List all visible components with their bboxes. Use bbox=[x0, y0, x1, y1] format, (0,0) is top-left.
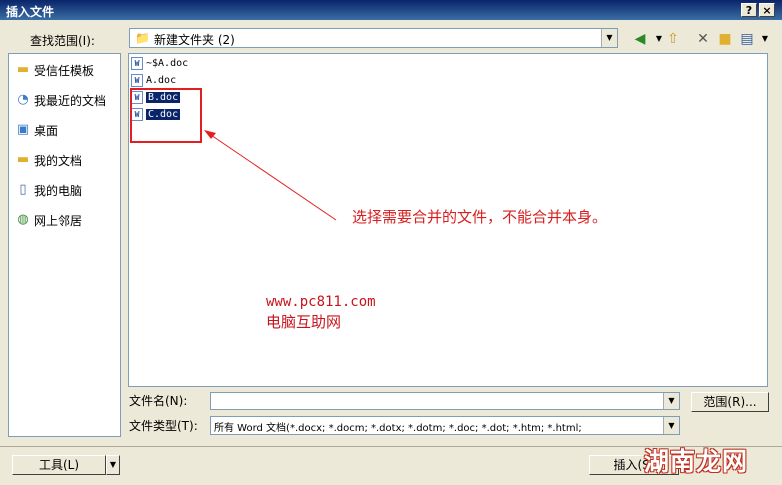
filetype-label: 文件类型(T): bbox=[129, 419, 198, 433]
filetype-select[interactable]: 所有 Word 文档(*.docx; *.docm; *.dotx; *.dot… bbox=[210, 416, 680, 435]
filename-input[interactable]: ▼ bbox=[210, 392, 680, 410]
annotation-arrow bbox=[204, 130, 337, 221]
tools-dropdown-icon[interactable]: ▼ bbox=[106, 455, 120, 475]
filename-label: 文件名(N): bbox=[129, 394, 188, 408]
tools-button[interactable]: 工具(L) bbox=[12, 455, 106, 475]
filetype-value: 所有 Word 文档(*.docx; *.docm; *.dotx; *.dot… bbox=[214, 423, 582, 434]
watermark-name: 电脑互助网 bbox=[266, 313, 342, 331]
chevron-down-icon[interactable]: ▼ bbox=[663, 393, 679, 409]
chevron-down-icon[interactable]: ▼ bbox=[663, 417, 679, 434]
annotation-text: 选择需要合并的文件，不能合并本身。 bbox=[352, 208, 608, 226]
site-logo: 湖南龙网 bbox=[643, 447, 748, 476]
watermark-url: www.pc811.com bbox=[266, 294, 376, 310]
range-button[interactable]: 范围(R)... bbox=[691, 392, 769, 412]
